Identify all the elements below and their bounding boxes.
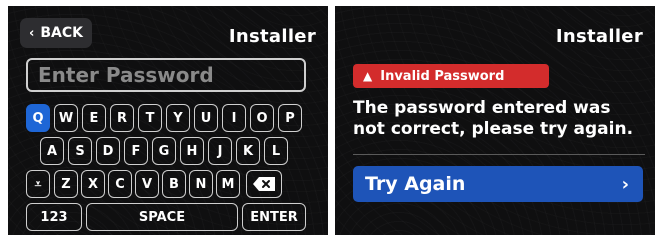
invalid-password-screen: Installer ▲ Invalid Password The passwor… [335,6,655,235]
key-label: B [169,176,179,192]
enter-label: ENTER [250,209,298,225]
key-label: K [242,143,254,159]
try-again-button[interactable]: Try Again › [353,166,643,202]
back-button[interactable]: ‹ BACK [20,18,92,48]
key-h[interactable]: H [180,137,204,165]
try-again-label: Try Again [365,173,466,195]
key-label: I [231,110,237,126]
key-label: R [116,110,127,126]
password-entry-screen: ‹ BACK Installer Enter Password QWERTYUI… [8,6,328,235]
key-label: W [58,110,74,126]
key-k[interactable]: K [236,137,260,165]
key-label: P [285,110,295,126]
key-label: S [75,143,85,159]
key-c[interactable]: C [108,170,132,198]
key-u[interactable]: U [194,104,218,132]
chevron-right-icon: › [621,173,629,195]
key-label: T [145,110,155,126]
key-t[interactable]: T [138,104,162,132]
key-label: H [186,143,198,159]
error-message: The password entered was not correct, pl… [353,98,634,139]
key-label: Z [61,176,71,192]
warning-icon: ▲ [363,69,373,83]
key-p[interactable]: P [278,104,302,132]
key-label: D [102,143,114,159]
key-l[interactable]: L [264,137,288,165]
key-m[interactable]: M [216,170,240,198]
key-g[interactable]: G [152,137,176,165]
invalid-password-badge: ▲ Invalid Password [353,64,549,88]
key-label: U [200,110,212,126]
back-label: BACK [40,25,83,41]
key-o[interactable]: O [250,104,274,132]
key-w[interactable]: W [54,104,78,132]
key-j[interactable]: J [208,137,232,165]
screen-title: Installer [555,26,643,47]
key-label: C [115,176,125,192]
password-placeholder: Enter Password [38,63,214,87]
key-label: N [195,176,207,192]
key-label: Y [173,110,183,126]
chevron-left-icon: ‹ [29,25,35,41]
backspace-key[interactable] [246,170,282,198]
space-key[interactable]: SPACE [86,203,238,231]
numbers-key[interactable]: 123 [26,203,82,231]
key-q[interactable]: Q [26,104,50,132]
key-s[interactable]: S [68,137,92,165]
key-e[interactable]: E [82,104,106,132]
space-label: SPACE [138,209,186,225]
key-z[interactable]: Z [54,170,78,198]
key-d[interactable]: D [96,137,120,165]
screen-title: Installer [228,26,316,47]
key-a[interactable]: A [40,137,64,165]
key-label: F [131,143,141,159]
key-label: L [271,143,281,159]
alert-text: Invalid Password [380,68,505,84]
divider [353,154,645,155]
key-label: A [46,143,58,159]
key-r[interactable]: R [110,104,134,132]
key-f[interactable]: F [124,137,148,165]
key-y[interactable]: Y [166,104,190,132]
key-label: X [87,176,99,192]
numbers-label: 123 [40,209,68,225]
key-label: V [141,176,153,192]
backspace-icon [253,177,275,191]
key-i[interactable]: I [222,104,246,132]
key-label: Q [32,110,44,126]
key-v[interactable]: V [135,170,159,198]
key-x[interactable]: X [81,170,105,198]
key-label: J [217,143,223,159]
caret-down-icon: ⩡ [34,176,42,191]
key-label: M [221,176,235,192]
key-n[interactable]: N [189,170,213,198]
shift-key[interactable]: ⩡ [26,170,50,198]
enter-key[interactable]: ENTER [242,203,306,231]
key-b[interactable]: B [162,170,186,198]
key-label: O [256,110,268,126]
key-label: E [89,110,99,126]
password-input[interactable]: Enter Password [26,58,306,92]
key-label: G [158,143,170,159]
